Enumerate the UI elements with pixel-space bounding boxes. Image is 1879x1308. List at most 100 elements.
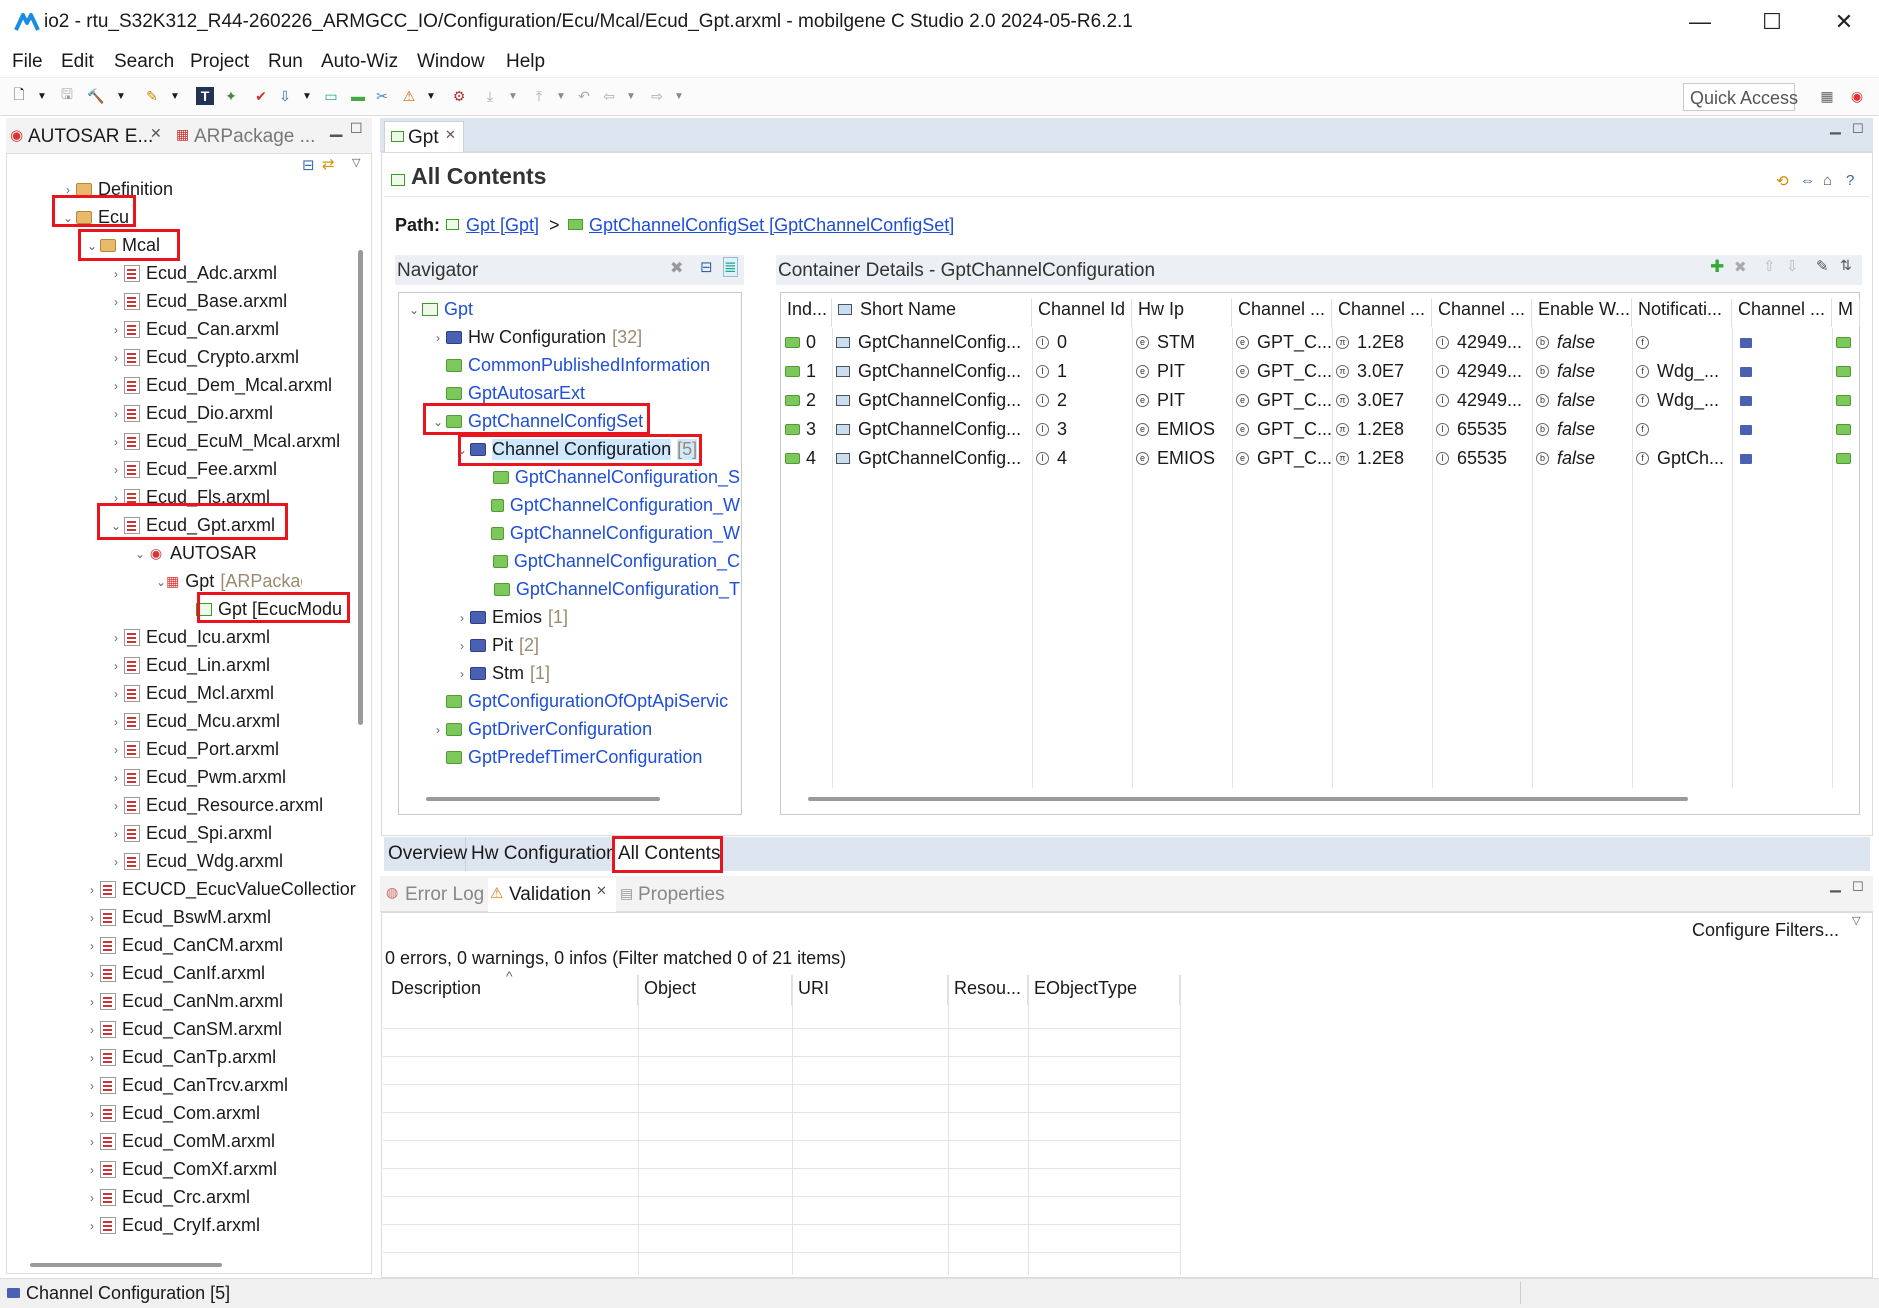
edit-icon[interactable]: ✎ — [1816, 257, 1829, 275]
table-cell[interactable]: e EMIOS — [1132, 417, 1232, 442]
validate-icon[interactable]: ✔ — [252, 87, 270, 105]
table-cell[interactable]: f Wdg_... — [1632, 359, 1732, 384]
twisty-icon[interactable]: › — [108, 827, 124, 841]
nav-tree-item[interactable]: › Pit [2] — [454, 632, 539, 659]
tree-item[interactable]: › Ecud_Com.arxml — [84, 1100, 260, 1127]
tree-item[interactable]: › Ecud_BswM.arxml — [84, 904, 271, 931]
dropdown-arrow-icon[interactable]: ▼ — [112, 87, 130, 105]
twisty-icon[interactable]: › — [108, 687, 124, 701]
tree-item[interactable]: › Ecud_Wdg.arxml — [108, 848, 283, 875]
table-cell[interactable] — [1732, 417, 1832, 442]
column-header[interactable]: Channel ... — [1232, 299, 1332, 327]
tree-item[interactable]: › Ecud_Crc.arxml — [84, 1184, 250, 1211]
tree-item[interactable]: › Ecud_Adc.arxml — [108, 260, 277, 287]
tree-item[interactable]: › Ecud_Crypto.arxml — [108, 344, 299, 371]
remove-icon[interactable]: ✖ — [1734, 258, 1747, 276]
tree-item[interactable]: › Ecud_CanTp.arxml — [84, 1044, 276, 1071]
view-icon[interactable]: ▭ — [322, 87, 340, 105]
table-cell[interactable]: GptChannelConfig... — [832, 446, 1032, 471]
twisty-icon[interactable]: ⌄ — [406, 303, 422, 317]
table-cell[interactable]: b false — [1532, 446, 1632, 471]
table-cell[interactable] — [1832, 417, 1860, 442]
menu-file[interactable]: File — [12, 51, 43, 73]
twisty-icon[interactable]: › — [60, 183, 76, 197]
table-cell[interactable] — [1832, 330, 1860, 355]
column-header[interactable]: Hw Ip — [1132, 299, 1232, 327]
debug-icon[interactable]: ⚙ — [450, 87, 468, 105]
table-cell[interactable]: I1 — [1032, 359, 1132, 384]
open-perspective-icon[interactable]: ▦ — [1818, 87, 1836, 105]
table-cell[interactable]: b false — [1532, 359, 1632, 384]
twisty-icon[interactable]: ⌄ — [108, 519, 124, 533]
nav-tree-item[interactable]: GptAutosarExt — [430, 380, 585, 407]
twisty-icon[interactable]: › — [108, 631, 124, 645]
close-tab-icon[interactable]: ✕ — [445, 127, 456, 143]
next-annotation-icon[interactable]: ⤓ — [481, 87, 499, 105]
refresh-icon[interactable]: ⟲ — [1776, 172, 1789, 190]
table-cell[interactable]: e GPT_C... — [1232, 417, 1332, 442]
dropdown-arrow-icon[interactable]: ▼ — [33, 87, 51, 105]
nav-tree-item[interactable]: GptChannelConfiguration_C — [478, 548, 740, 575]
twisty-icon[interactable]: › — [108, 379, 124, 393]
nav-tree-item[interactable]: GptChannelConfiguration_W — [478, 520, 740, 547]
tree-item[interactable]: › Ecud_Port.arxml — [108, 736, 279, 763]
twisty-icon[interactable]: › — [108, 323, 124, 337]
maximize-view-icon[interactable]: ☐ — [350, 120, 363, 137]
tree-item[interactable]: › Ecud_CanNm.arxml — [84, 988, 283, 1015]
column-header[interactable]: Enable W... — [1532, 299, 1632, 327]
tree-item[interactable]: › Ecud_Resource.arxml — [108, 792, 323, 819]
table-cell[interactable]: e STM — [1132, 330, 1232, 355]
tree-item[interactable]: › Ecud_Can.arxml — [108, 316, 279, 343]
tab-overview[interactable]: Overview — [384, 837, 467, 871]
tree-item[interactable]: › Ecud_Dem_Mcal.arxml — [108, 372, 332, 399]
column-header[interactable]: Channel Id — [1032, 299, 1132, 327]
sync-icon[interactable]: ⇔ — [1800, 172, 1815, 189]
close-button[interactable]: ✕ — [1824, 8, 1864, 36]
twisty-icon[interactable]: › — [84, 1079, 100, 1093]
breadcrumb-gpt[interactable]: Gpt [Gpt] — [466, 215, 539, 236]
build-icon[interactable]: 🔨 — [87, 87, 105, 105]
twisty-icon[interactable]: › — [84, 967, 100, 981]
vertical-scrollbar[interactable] — [358, 250, 363, 725]
home-icon[interactable]: ⌂ — [1823, 172, 1832, 189]
close-tab-icon[interactable]: ✕ — [596, 883, 607, 899]
table-cell[interactable]: e GPT_C... — [1232, 388, 1332, 413]
menu-window[interactable]: Window — [417, 51, 485, 73]
menu-run[interactable]: Run — [268, 51, 303, 73]
delete-icon[interactable]: ✖ — [670, 258, 683, 278]
twisty-icon[interactable]: › — [108, 715, 124, 729]
column-header[interactable]: M — [1832, 299, 1860, 327]
table-cell[interactable]: 4 — [781, 446, 832, 471]
add-icon[interactable]: ✚ — [1710, 257, 1724, 277]
maximize-view-icon[interactable]: ☐ — [1852, 121, 1864, 137]
table-cell[interactable]: e GPT_C... — [1232, 330, 1332, 355]
template-icon[interactable]: T — [196, 87, 214, 105]
twisty-icon[interactable]: › — [84, 1051, 100, 1065]
twisty-icon[interactable]: › — [108, 407, 124, 421]
column-header[interactable]: Channel ... — [1732, 299, 1832, 327]
navigator-hscrollbar[interactable] — [426, 797, 660, 801]
tree-item[interactable]: › Ecud_Mcl.arxml — [108, 680, 274, 707]
table-cell[interactable]: I 65535 — [1432, 446, 1532, 471]
table-cell[interactable]: b false — [1532, 330, 1632, 355]
tree-item[interactable]: ⌄ Ecu — [60, 204, 129, 231]
maximize-view-icon[interactable]: ☐ — [1852, 879, 1864, 895]
tab-error-log[interactable]: Error Log — [405, 884, 484, 906]
twisty-icon[interactable]: › — [454, 611, 470, 625]
horizontal-scrollbar[interactable] — [30, 1263, 222, 1267]
tree-item[interactable]: › Ecud_EcuM_Mcal.arxml — [108, 428, 340, 455]
twisty-icon[interactable]: › — [84, 1219, 100, 1233]
tree-item[interactable]: › Ecud_Fee.arxml — [108, 456, 277, 483]
table-cell[interactable]: I 42949... — [1432, 330, 1532, 355]
dropdown-arrow-icon[interactable]: ▼ — [422, 87, 440, 105]
tree-item[interactable]: › Ecud_CryIf.arxml — [84, 1212, 260, 1239]
nav-tree-item[interactable]: › Stm [1] — [454, 660, 550, 687]
column-header[interactable]: Ind... — [781, 299, 832, 327]
table-cell[interactable]: I4 — [1032, 446, 1132, 471]
column-header[interactable]: Channel ... — [1332, 299, 1432, 327]
table-cell[interactable] — [1732, 359, 1832, 384]
column-header[interactable]: Short Name — [832, 299, 1032, 327]
minimize-button[interactable]: — — [1680, 8, 1720, 36]
table-cell[interactable]: e PIT — [1132, 359, 1232, 384]
nav-tree-item[interactable]: CommonPublishedInformation — [430, 352, 710, 379]
